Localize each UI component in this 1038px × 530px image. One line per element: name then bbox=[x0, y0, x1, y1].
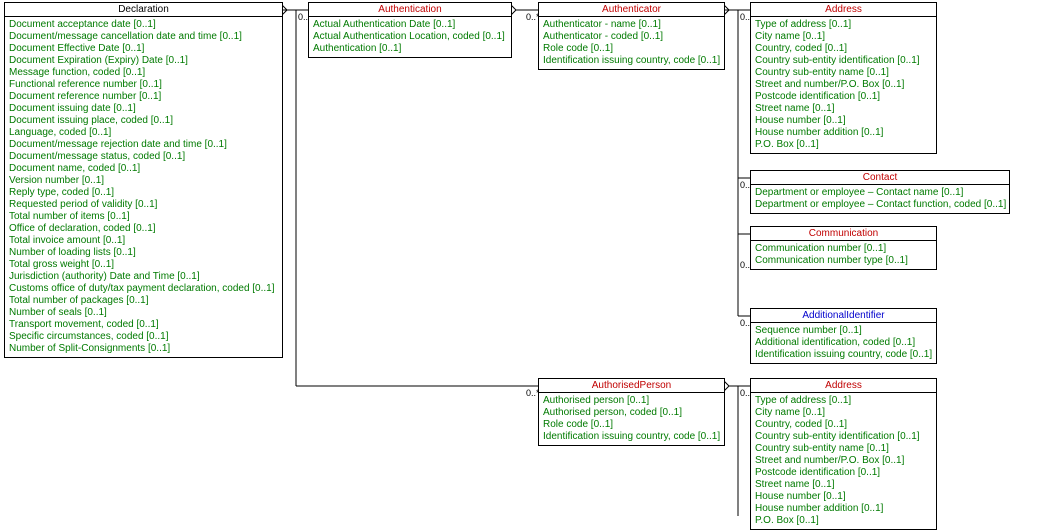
entity-contact: Contact Department or employee – Contact… bbox=[750, 170, 1010, 214]
entity-additional-identifier: AdditionalIdentifier Sequence number [0.… bbox=[750, 308, 937, 364]
entity-attribute: Document Effective Date [0..1] bbox=[9, 43, 278, 55]
entity-body: Sequence number [0..1]Additional identif… bbox=[751, 323, 936, 363]
entity-body: Communication number [0..1]Communication… bbox=[751, 241, 936, 269]
entity-title: Address bbox=[751, 3, 936, 17]
entity-attribute: City name [0..1] bbox=[755, 31, 932, 43]
entity-attribute: Jurisdiction (authority) Date and Time [… bbox=[9, 271, 278, 283]
entity-attribute: Country sub-entity identification [0..1] bbox=[755, 55, 932, 67]
entity-attribute: Sequence number [0..1] bbox=[755, 325, 932, 337]
entity-attribute: Total invoice amount [0..1] bbox=[9, 235, 278, 247]
entity-attribute: Actual Authentication Location, coded [0… bbox=[313, 31, 507, 43]
entity-body: Type of address [0..1]City name [0..1]Co… bbox=[751, 393, 936, 529]
entity-attribute: Street and number/P.O. Box [0..1] bbox=[755, 79, 932, 91]
entity-attribute: Total gross weight [0..1] bbox=[9, 259, 278, 271]
entity-attribute: Message function, coded [0..1] bbox=[9, 67, 278, 79]
entity-attribute: Authorised person, coded [0..1] bbox=[543, 407, 720, 419]
entity-title: AdditionalIdentifier bbox=[751, 309, 936, 323]
entity-title: Authenticator bbox=[539, 3, 724, 17]
entity-body: Department or employee – Contact name [0… bbox=[751, 185, 1009, 213]
entity-attribute: Language, coded [0..1] bbox=[9, 127, 278, 139]
entity-attribute: Reply type, coded [0..1] bbox=[9, 187, 278, 199]
entity-attribute: Number of seals [0..1] bbox=[9, 307, 278, 319]
entity-attribute: Type of address [0..1] bbox=[755, 395, 932, 407]
entity-attribute: City name [0..1] bbox=[755, 407, 932, 419]
entity-attribute: House number addition [0..1] bbox=[755, 127, 932, 139]
entity-attribute: Postcode identification [0..1] bbox=[755, 467, 932, 479]
entity-attribute: Customs office of duty/tax payment decla… bbox=[9, 283, 278, 295]
entity-attribute: Transport movement, coded [0..1] bbox=[9, 319, 278, 331]
entity-attribute: Street name [0..1] bbox=[755, 103, 932, 115]
entity-body: Authorised person [0..1]Authorised perso… bbox=[539, 393, 724, 445]
entity-attribute: Functional reference number [0..1] bbox=[9, 79, 278, 91]
entity-attribute: Document/message cancellation date and t… bbox=[9, 31, 278, 43]
entity-title: Communication bbox=[751, 227, 936, 241]
entity-attribute: Specific circumstances, coded [0..1] bbox=[9, 331, 278, 343]
entity-communication: Communication Communication number [0..1… bbox=[750, 226, 937, 270]
entity-authentication: Authentication Actual Authentication Dat… bbox=[308, 2, 512, 58]
entity-attribute: Country, coded [0..1] bbox=[755, 43, 932, 55]
entity-attribute: Country sub-entity identification [0..1] bbox=[755, 431, 932, 443]
entity-attribute: Identification issuing country, code [0.… bbox=[543, 431, 720, 443]
entity-title: AuthorisedPerson bbox=[539, 379, 724, 393]
entity-attribute: Document/message rejection date and time… bbox=[9, 139, 278, 151]
entity-attribute: Communication number type [0..1] bbox=[755, 255, 932, 267]
entity-attribute: Document reference number [0..1] bbox=[9, 91, 278, 103]
entity-title: Address bbox=[751, 379, 936, 393]
entity-attribute: Total number of items [0..1] bbox=[9, 211, 278, 223]
entity-attribute: Document issuing place, coded [0..1] bbox=[9, 115, 278, 127]
entity-declaration: Declaration Document acceptance date [0.… bbox=[4, 2, 283, 358]
entity-attribute: Document/message status, coded [0..1] bbox=[9, 151, 278, 163]
entity-address-1: Address Type of address [0..1]City name … bbox=[750, 2, 937, 154]
entity-body: Document acceptance date [0..1]Document/… bbox=[5, 17, 282, 357]
entity-title: Authentication bbox=[309, 3, 511, 17]
entity-attribute: Authorised person [0..1] bbox=[543, 395, 720, 407]
entity-attribute: Authentication [0..1] bbox=[313, 43, 507, 55]
entity-attribute: Communication number [0..1] bbox=[755, 243, 932, 255]
entity-attribute: Document acceptance date [0..1] bbox=[9, 19, 278, 31]
entity-address-2: Address Type of address [0..1]City name … bbox=[750, 378, 937, 530]
entity-attribute: Office of declaration, coded [0..1] bbox=[9, 223, 278, 235]
entity-attribute: Total number of packages [0..1] bbox=[9, 295, 278, 307]
entity-attribute: Document name, coded [0..1] bbox=[9, 163, 278, 175]
entity-body: Actual Authentication Date [0..1]Actual … bbox=[309, 17, 511, 57]
entity-attribute: Country, coded [0..1] bbox=[755, 419, 932, 431]
entity-body: Authenticator - name [0..1]Authenticator… bbox=[539, 17, 724, 69]
entity-body: Type of address [0..1]City name [0..1]Co… bbox=[751, 17, 936, 153]
entity-attribute: Department or employee – Contact functio… bbox=[755, 199, 1005, 211]
entity-attribute: Country sub-entity name [0..1] bbox=[755, 67, 932, 79]
entity-attribute: P.O. Box [0..1] bbox=[755, 515, 932, 527]
entity-attribute: P.O. Box [0..1] bbox=[755, 139, 932, 151]
entity-attribute: Postcode identification [0..1] bbox=[755, 91, 932, 103]
entity-attribute: Number of loading lists [0..1] bbox=[9, 247, 278, 259]
entity-authorised-person: AuthorisedPerson Authorised person [0..1… bbox=[538, 378, 725, 446]
entity-attribute: Requested period of validity [0..1] bbox=[9, 199, 278, 211]
entity-attribute: Number of Split-Consignments [0..1] bbox=[9, 343, 278, 355]
entity-attribute: Identification issuing country, code [0.… bbox=[755, 349, 932, 361]
entity-attribute: House number [0..1] bbox=[755, 115, 932, 127]
entity-attribute: Type of address [0..1] bbox=[755, 19, 932, 31]
entity-attribute: Document Expiration (Expiry) Date [0..1] bbox=[9, 55, 278, 67]
entity-attribute: Street and number/P.O. Box [0..1] bbox=[755, 455, 932, 467]
entity-attribute: House number addition [0..1] bbox=[755, 503, 932, 515]
entity-attribute: Country sub-entity name [0..1] bbox=[755, 443, 932, 455]
entity-attribute: Authenticator - coded [0..1] bbox=[543, 31, 720, 43]
entity-title: Contact bbox=[751, 171, 1009, 185]
entity-attribute: Additional identification, coded [0..1] bbox=[755, 337, 932, 349]
entity-authenticator: Authenticator Authenticator - name [0..1… bbox=[538, 2, 725, 70]
entity-attribute: Role code [0..1] bbox=[543, 419, 720, 431]
entity-attribute: Version number [0..1] bbox=[9, 175, 278, 187]
entity-attribute: Document issuing date [0..1] bbox=[9, 103, 278, 115]
entity-title: Declaration bbox=[5, 3, 282, 17]
entity-attribute: Role code [0..1] bbox=[543, 43, 720, 55]
entity-attribute: Identification issuing country, code [0.… bbox=[543, 55, 720, 67]
entity-attribute: Street name [0..1] bbox=[755, 479, 932, 491]
entity-attribute: Department or employee – Contact name [0… bbox=[755, 187, 1005, 199]
entity-attribute: Authenticator - name [0..1] bbox=[543, 19, 720, 31]
entity-attribute: Actual Authentication Date [0..1] bbox=[313, 19, 507, 31]
entity-attribute: House number [0..1] bbox=[755, 491, 932, 503]
